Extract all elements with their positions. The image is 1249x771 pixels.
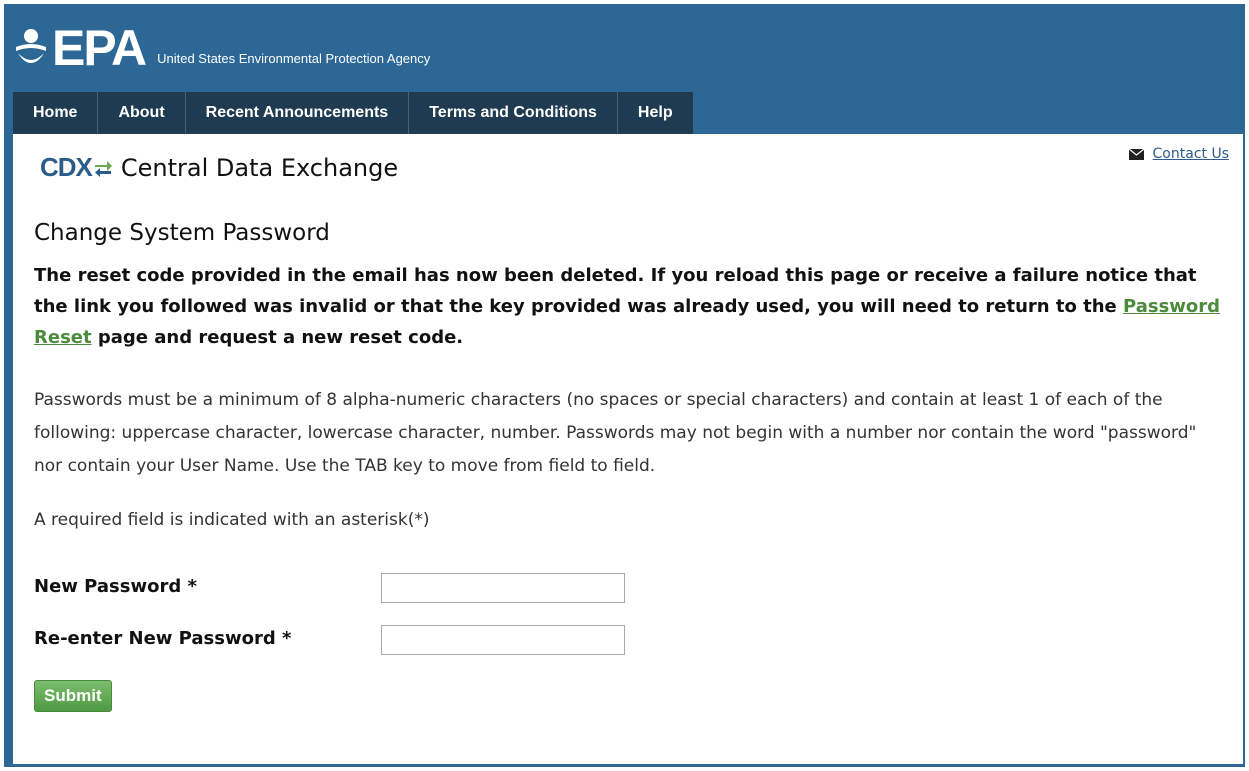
notice-text-before: The reset code provided in the email has… bbox=[34, 265, 1197, 317]
site-header: EPA United States Environmental Protecti… bbox=[4, 4, 1245, 92]
agency-name: United States Environmental Protection A… bbox=[157, 51, 431, 66]
epa-logo-text: EPA bbox=[52, 20, 147, 76]
main-content: CDX Central Data Exchange Contact Us Cha… bbox=[13, 134, 1243, 764]
page-title: Change System Password bbox=[34, 220, 330, 246]
app-title: Central Data Exchange bbox=[120, 153, 399, 182]
new-password-input[interactable] bbox=[381, 573, 625, 603]
reenter-password-input[interactable] bbox=[381, 625, 625, 655]
main-nav: Home About Recent Announcements Terms an… bbox=[13, 92, 693, 134]
nav-item-help[interactable]: Help bbox=[618, 92, 693, 134]
reenter-password-label: Re-enter New Password * bbox=[34, 628, 292, 649]
envelope-icon bbox=[1128, 148, 1144, 160]
password-rules: Passwords must be a minimum of 8 alpha-n… bbox=[34, 390, 1197, 476]
epa-logo[interactable]: EPA United States Environmental Protecti… bbox=[14, 20, 431, 76]
exchange-arrows-icon bbox=[94, 160, 112, 177]
cdx-logo[interactable]: CDX bbox=[40, 152, 113, 183]
nav-item-about[interactable]: About bbox=[98, 92, 186, 134]
nav-item-terms-and-conditions[interactable]: Terms and Conditions bbox=[409, 92, 618, 134]
required-field-note: A required field is indicated with an as… bbox=[34, 510, 430, 530]
nav-item-recent-announcements[interactable]: Recent Announcements bbox=[186, 92, 410, 134]
cdx-logo-text: CDX bbox=[40, 152, 93, 182]
new-password-label: New Password * bbox=[34, 576, 197, 597]
notice-text-after: page and request a new reset code. bbox=[91, 327, 464, 348]
contact-us-link[interactable]: Contact Us bbox=[1153, 146, 1229, 162]
reset-code-notice: The reset code provided in the email has… bbox=[34, 260, 1224, 353]
contact-us: Contact Us bbox=[1128, 146, 1229, 162]
nav-item-home[interactable]: Home bbox=[13, 92, 99, 134]
epa-flower-icon bbox=[16, 29, 46, 63]
app-branding: CDX Central Data Exchange bbox=[40, 152, 398, 183]
submit-button[interactable]: Submit bbox=[34, 680, 112, 712]
page-frame: EPA United States Environmental Protecti… bbox=[4, 4, 1245, 767]
